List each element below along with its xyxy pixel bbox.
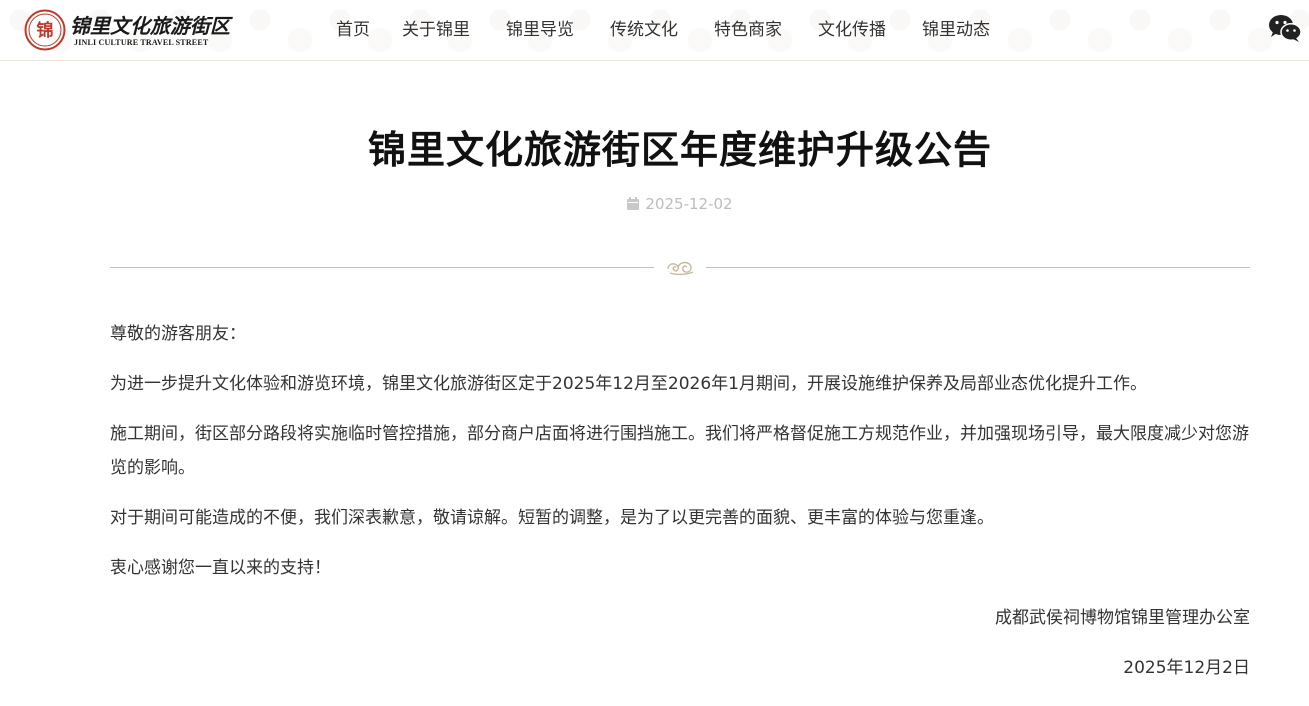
signature-date: 2025年12月2日: [1123, 658, 1250, 678]
article-date: 2025-12-02: [645, 195, 733, 213]
nav-item-communication[interactable]: 文化传播: [800, 0, 904, 60]
article-body: 尊敬的游客朋友： 为进一步提升文化体验和游览环境，锦里文化旅游街区定于2025年…: [110, 317, 1250, 701]
paragraph-thanks: 衷心感谢您一直以来的支持！: [110, 558, 331, 578]
nav-item-merchants[interactable]: 特色商家: [696, 0, 800, 60]
divider-line-left: [110, 267, 654, 268]
site-logo[interactable]: 锦 锦里文化旅游街区 JINLI CULTURE TRAVEL STREET: [22, 8, 230, 52]
wechat-icon[interactable]: [1268, 13, 1302, 43]
paragraph: 施工期间，街区部分路段将实施临时管控措施，部分商户店面将进行围挡施工。我们将严格…: [110, 424, 1249, 478]
paragraph-greeting: 尊敬的游客朋友：: [110, 324, 246, 344]
nav-item-about[interactable]: 关于锦里: [384, 0, 488, 60]
nav-item-home[interactable]: 首页: [318, 0, 384, 60]
paragraph: 为进一步提升文化体验和游览环境，锦里文化旅游街区定于2025年12月至2026年…: [110, 374, 1147, 394]
cloud-ornament-icon: [667, 261, 694, 276]
nav-item-culture[interactable]: 传统文化: [592, 0, 696, 60]
logo-chinese-name: 锦里文化旅游街区: [70, 14, 230, 38]
seal-logo-icon: 锦: [24, 9, 66, 51]
paragraph: 对于期间可能造成的不便，我们深表歉意，敬请谅解。短暂的调整，是为了以更完善的面貌…: [110, 508, 994, 528]
article-title: 锦里文化旅游街区年度维护升级公告: [367, 128, 992, 172]
site-header: 锦 锦里文化旅游街区 JINLI CULTURE TRAVEL STREET 首…: [0, 0, 1309, 61]
nav-item-guide[interactable]: 锦里导览: [488, 0, 592, 60]
main-nav: 首页 关于锦里 锦里导览 传统文化 特色商家 文化传播 锦里动态: [318, 0, 1008, 60]
article-meta: 2025-12-02: [110, 195, 1250, 213]
logo-english-name: JINLI CULTURE TRAVEL STREET: [74, 38, 209, 47]
calendar-icon: [627, 197, 640, 210]
seal-text: 锦: [37, 20, 54, 41]
divider-line-right: [706, 267, 1250, 268]
title-divider: [110, 257, 1250, 277]
signature: 成都武侯祠博物馆锦里管理办公室: [995, 608, 1250, 628]
nav-item-news[interactable]: 锦里动态: [904, 0, 1008, 60]
